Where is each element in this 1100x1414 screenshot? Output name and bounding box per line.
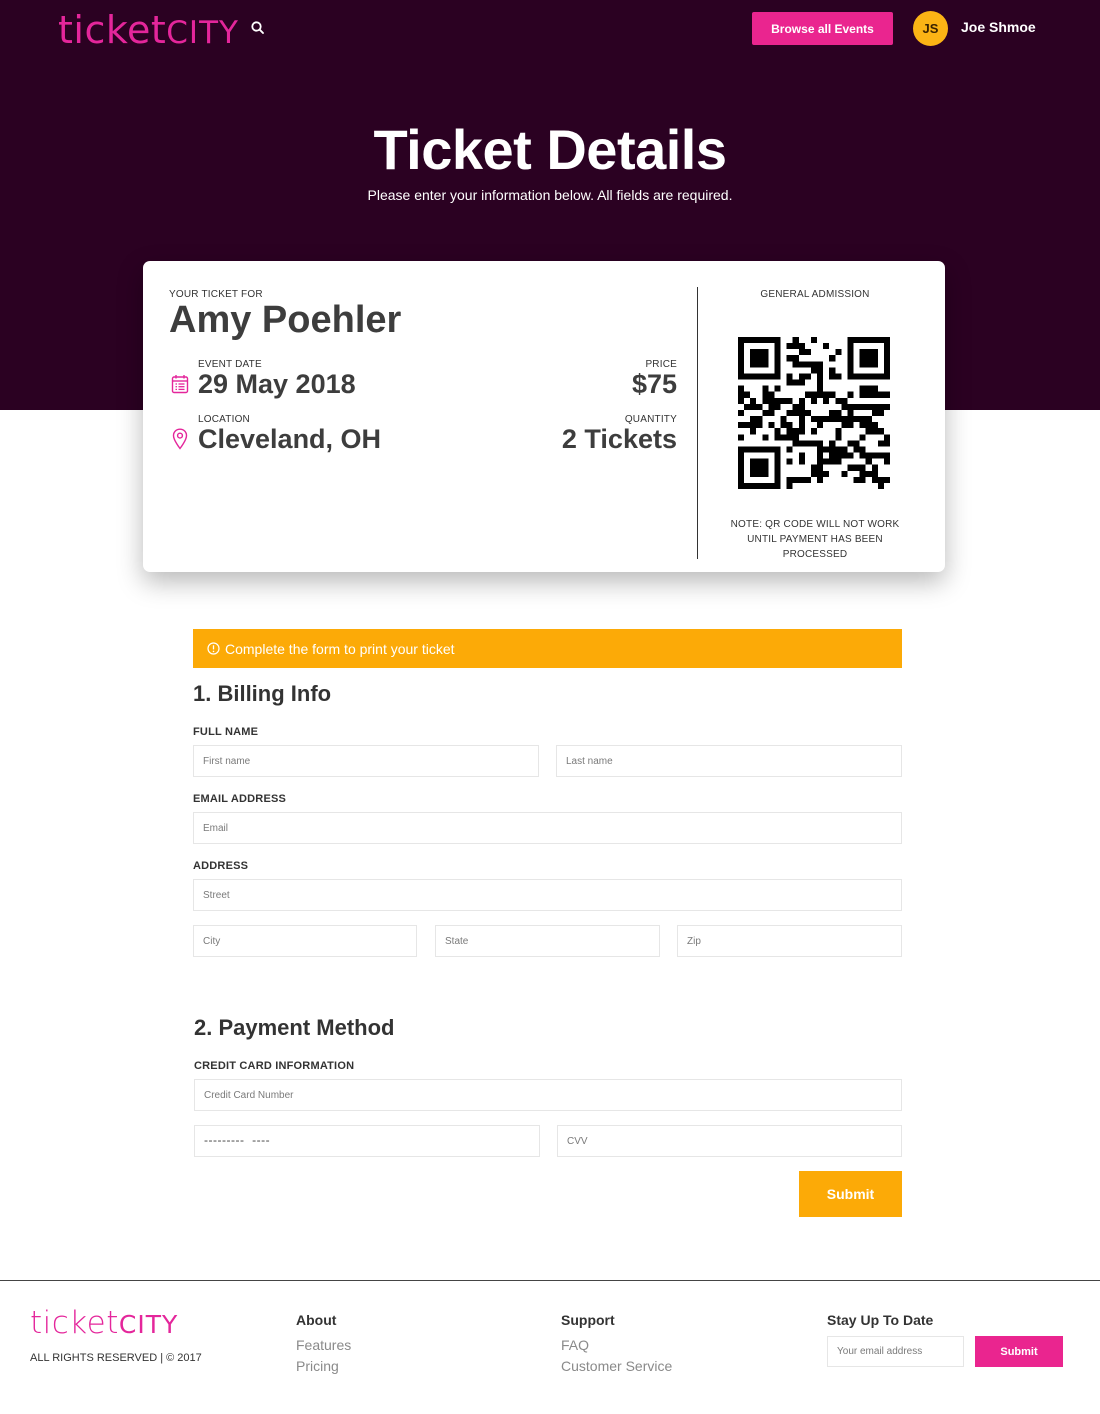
- logo-city-text: CITY: [166, 15, 239, 51]
- page-subtitle: Please enter your information below. All…: [367, 187, 733, 203]
- footer-link-pricing[interactable]: Pricing: [296, 1358, 339, 1374]
- about-heading: About: [296, 1312, 337, 1328]
- first-name-field[interactable]: [193, 745, 539, 777]
- footer-logo[interactable]: ticket CITY: [30, 1305, 178, 1341]
- footer-logo-ticket-text: ticket: [30, 1305, 119, 1341]
- state-field[interactable]: [435, 925, 660, 957]
- last-name-field[interactable]: [556, 745, 902, 777]
- ticket-price: $75: [631, 369, 677, 399]
- admission-type: GENERAL ADMISSION: [760, 289, 870, 300]
- support-heading: Support: [561, 1312, 615, 1328]
- newsletter-email-field[interactable]: [827, 1336, 964, 1367]
- alert-text: Complete the form to print your ticket: [225, 640, 455, 657]
- avatar[interactable]: JS: [913, 11, 948, 46]
- search-icon[interactable]: [249, 19, 267, 37]
- ticket-divider: [697, 287, 698, 559]
- form-alert: Complete the form to print your ticket: [193, 629, 902, 668]
- newsletter-submit-button[interactable]: Submit: [975, 1336, 1063, 1367]
- browse-events-button[interactable]: Browse all Events: [752, 12, 893, 45]
- ticket-quantity: 2 Tickets: [561, 424, 677, 454]
- ticket-holder-name: Amy Poehler: [169, 299, 402, 341]
- footer-link-features[interactable]: Features: [296, 1337, 351, 1353]
- qr-note: NOTE: QR CODE WILL NOT WORK UNTIL PAYMEN…: [730, 519, 900, 560]
- email-field[interactable]: [193, 812, 902, 844]
- footer-link-faq[interactable]: FAQ: [561, 1337, 589, 1353]
- submit-button[interactable]: Submit: [799, 1171, 902, 1217]
- cvv-field[interactable]: [557, 1125, 902, 1157]
- city-field[interactable]: [193, 925, 417, 957]
- copyright-text: ALL RIGHTS RESERVED | © 2017: [30, 1352, 202, 1364]
- logo-ticket-text: ticket: [58, 8, 167, 52]
- credit-card-number-field[interactable]: [194, 1079, 902, 1111]
- event-date: 29 May 2018: [198, 369, 356, 399]
- full-name-label: FULL NAME: [193, 726, 259, 738]
- newsletter-heading: Stay Up To Date: [827, 1312, 934, 1328]
- email-label: EMAIL ADDRESS: [193, 793, 287, 805]
- info-circle-icon: [207, 642, 220, 655]
- payment-title: 2. Payment Method: [194, 1015, 395, 1040]
- location-pin-icon: [172, 428, 188, 450]
- qr-code-icon: [738, 337, 890, 489]
- footer-divider: [0, 1280, 1100, 1281]
- card-expiry-field[interactable]: [194, 1125, 540, 1157]
- address-label: ADDRESS: [193, 860, 249, 872]
- header-logo[interactable]: ticket CITY: [58, 8, 239, 52]
- billing-title: 1. Billing Info: [193, 681, 332, 706]
- zip-field[interactable]: [677, 925, 902, 957]
- ticket-card: YOUR TICKET FOR Amy Poehler EVENT DATE 2…: [143, 261, 945, 572]
- street-field[interactable]: [193, 879, 902, 911]
- page-title: Ticket Details: [373, 118, 727, 181]
- user-name[interactable]: Joe Shmoe: [961, 19, 1036, 35]
- credit-card-label: CREDIT CARD INFORMATION: [194, 1060, 355, 1072]
- footer-link-customer-service[interactable]: Customer Service: [561, 1358, 672, 1374]
- event-location: Cleveland, OH: [198, 424, 382, 454]
- footer-logo-city-text: CITY: [118, 1310, 179, 1339]
- calendar-icon: [171, 374, 189, 394]
